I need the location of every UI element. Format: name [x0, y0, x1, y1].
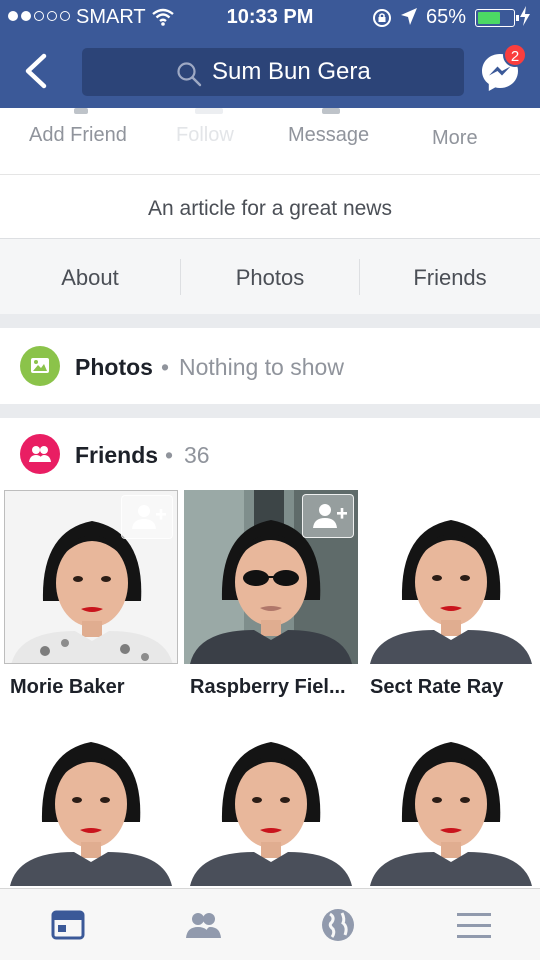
intro-section: An article for a great news: [0, 174, 540, 238]
friend-photo[interactable]: [364, 490, 538, 664]
photos-section-title: Photos: [75, 354, 153, 380]
friends-icon: [20, 434, 60, 474]
tab-friends[interactable]: Friends: [360, 265, 540, 291]
friend-card[interactable]: Morie Baker: [4, 490, 178, 698]
add-friend-icon: [133, 726, 167, 750]
add-friend-icon: [313, 726, 347, 750]
friend-card[interactable]: Raspberry Fiel...: [184, 490, 358, 698]
search-icon: [177, 62, 202, 87]
chevron-left-icon: [25, 53, 47, 89]
menu-icon: [457, 913, 491, 938]
location-arrow-icon: [400, 7, 418, 33]
friend-name[interactable]: Sect Rate Ray: [370, 676, 503, 699]
news-feed-tab[interactable]: [48, 905, 88, 945]
friends-icon: [186, 913, 221, 938]
add-friend-icon: [74, 108, 88, 114]
friend-photo[interactable]: [184, 490, 358, 664]
friend-photo[interactable]: [4, 712, 178, 886]
follow-icon: [195, 108, 223, 114]
friend-count: 36: [184, 442, 210, 468]
add-friend-icon: [493, 504, 527, 528]
friend-card[interactable]: [4, 712, 178, 902]
tab-photos[interactable]: Photos: [180, 265, 360, 291]
rotation-lock-icon: [372, 8, 392, 34]
follow-button[interactable]: Follow: [176, 124, 234, 147]
add-friend-button[interactable]: [122, 716, 174, 760]
add-friend-button[interactable]: [302, 494, 354, 538]
add-friend-icon: [493, 726, 527, 750]
charging-bolt-icon: [519, 6, 531, 31]
menu-tab[interactable]: [454, 905, 494, 945]
battery-percent: 65%: [426, 6, 467, 28]
notifications-tab[interactable]: [318, 905, 358, 945]
friend-photo[interactable]: [364, 712, 538, 886]
more-button[interactable]: More: [432, 127, 478, 150]
status-bar: SMART 10:33 PM 65%: [0, 0, 540, 34]
top-bar: SMART 10:33 PM 65% Sum Bun Gera 2: [0, 0, 540, 108]
search-query: Sum Bun Gera: [212, 58, 371, 85]
add-friend-icon: [313, 504, 347, 528]
navigation-bar: Sum Bun Gera 2: [0, 38, 540, 104]
photos-icon: [20, 346, 60, 386]
add-friend-button[interactable]: [482, 494, 534, 538]
photos-section[interactable]: Photos • Nothing to show: [0, 328, 540, 404]
messenger-badge: 2: [503, 43, 527, 67]
battery-icon: [475, 9, 519, 27]
add-friend-button[interactable]: [482, 716, 534, 760]
friend-card[interactable]: Sect Rate Ray: [364, 490, 538, 698]
search-bar[interactable]: Sum Bun Gera: [82, 48, 464, 96]
friend-card[interactable]: [364, 712, 538, 902]
friend-photo[interactable]: [4, 490, 178, 664]
add-friend-button[interactable]: [121, 495, 173, 539]
back-button[interactable]: [18, 48, 58, 94]
friend-name[interactable]: Morie Baker: [10, 676, 125, 699]
profile-actions: Add Friend Follow Message More: [0, 108, 540, 174]
message-icon: [322, 108, 340, 114]
photos-section-subtitle: Nothing to show: [179, 354, 344, 380]
add-friend-icon: [132, 505, 166, 529]
globe-icon: [322, 909, 354, 941]
friends-section-title: Friends: [75, 442, 159, 468]
add-friend-button[interactable]: Add Friend: [29, 124, 127, 147]
add-friend-button[interactable]: [302, 716, 354, 760]
friends-section: Friends • 36 Morie Baker Raspberry Fiel..…: [0, 418, 540, 888]
intro-text: An article for a great news: [148, 197, 392, 220]
friends-tab[interactable]: [183, 905, 223, 945]
bottom-tab-bar: [0, 888, 540, 960]
message-button[interactable]: Message: [288, 124, 369, 147]
friend-card[interactable]: [184, 712, 358, 902]
friend-photo[interactable]: [184, 712, 358, 886]
news-feed-icon: [51, 910, 85, 940]
separator-dot: •: [161, 354, 170, 380]
separator-dot: •: [165, 442, 174, 468]
friend-name[interactable]: Raspberry Fiel...: [190, 676, 346, 699]
profile-screen: SMART 10:33 PM 65% Sum Bun Gera 2 Add Fr…: [0, 0, 540, 960]
profile-tabs: About Photos Friends: [0, 238, 540, 314]
tab-about[interactable]: About: [0, 265, 180, 291]
